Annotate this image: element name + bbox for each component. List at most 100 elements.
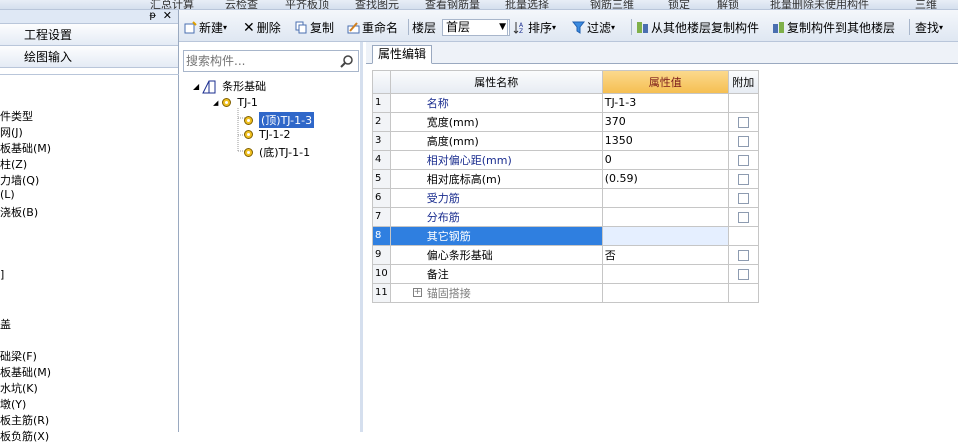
list-item[interactable]: 柱(Z): [0, 156, 27, 172]
table-row[interactable]: 7 分布筋: [373, 207, 759, 227]
tree-item-tj1-3[interactable]: (顶)TJ-1-3: [243, 112, 315, 128]
ribbon-summary-calc[interactable]: 汇总计算: [150, 0, 194, 9]
component-type-list: 件类型 网(J) 板基础(M) 柱(Z) 力墙(Q) (L) 浇板(B) ] 盖…: [0, 74, 179, 443]
property-grid: 属性名称 属性值 附加 1 名称 TJ-1-3 2 宽度(mm) 370 3 高…: [372, 70, 759, 303]
search-input[interactable]: [184, 51, 334, 71]
search-icon[interactable]: [340, 54, 354, 68]
grid-corner-cell: [373, 71, 391, 94]
toolbar-divider: [909, 19, 910, 35]
pin-icon[interactable]: ᵽ: [149, 10, 156, 21]
left-panel-titlebar: ᵽ ✕: [0, 9, 178, 24]
rename-icon: [347, 22, 360, 34]
delete-button[interactable]: ✕ 删除: [243, 19, 281, 36]
extra-checkbox[interactable]: [737, 154, 749, 166]
copy-icon: [295, 21, 307, 34]
table-row[interactable]: 11 + 锚固搭接: [373, 283, 759, 303]
list-item[interactable]: 板负筋(X): [0, 428, 49, 444]
list-item[interactable]: ]: [0, 268, 4, 281]
floor-select[interactable]: 首层 ▼: [442, 19, 510, 36]
find-button[interactable]: 查找 ▾: [915, 19, 943, 36]
list-item[interactable]: 件类型: [0, 108, 33, 124]
ribbon-align-top[interactable]: 平齐板顶: [285, 0, 329, 9]
gear-icon: [222, 98, 232, 107]
gear-icon: [244, 130, 253, 139]
left-nav-panel: ᵽ ✕ 工程设置 绘图输入 件类型 网(J) 板基础(M) 柱(Z) 力墙(Q)…: [0, 9, 179, 443]
tree-root-strip-foundation[interactable]: ◢ 条形基础: [193, 78, 266, 94]
header-property-name[interactable]: 属性名称: [390, 71, 603, 94]
toolbar-divider: [408, 19, 409, 35]
top-ribbon-strip: 汇总计算 云检查 平齐板顶 查找图元 查看钢筋量 批量选择 钢筋三维 锁定 解锁…: [0, 0, 958, 10]
extra-checkbox[interactable]: [737, 268, 749, 280]
header-extra[interactable]: 附加: [728, 71, 759, 94]
list-item[interactable]: 板主筋(R): [0, 412, 49, 428]
table-row[interactable]: 6 受力筋: [373, 188, 759, 208]
nav-project-settings[interactable]: 工程设置: [0, 24, 178, 46]
header-property-value[interactable]: 属性值: [602, 71, 729, 94]
svg-text:Z: Z: [519, 28, 523, 34]
gear-icon: [244, 147, 253, 157]
component-toolbar: 新建 ▾ ✕ 删除 复制 重命名 楼层 首层 ▼ AZ 排序 ▾ 过滤 ▾ 从其他楼层…: [179, 10, 958, 42]
table-row-selected[interactable]: 8 其它钢筋: [373, 226, 759, 246]
table-row[interactable]: 10 备注: [373, 264, 759, 284]
tab-property-edit[interactable]: 属性编辑: [372, 45, 433, 64]
ribbon-cloud-check[interactable]: 云检查: [225, 0, 258, 9]
table-row[interactable]: 4 相对偏心距(mm) 0: [373, 150, 759, 170]
strip-foundation-icon: [202, 80, 216, 93]
ribbon-view-rebar[interactable]: 查看钢筋量: [425, 0, 480, 9]
floor-label: 楼层: [412, 21, 437, 35]
extra-checkbox[interactable]: [737, 135, 749, 147]
grid-header-row: 属性名称 属性值 附加: [373, 71, 759, 94]
toolbar-divider: [507, 19, 508, 35]
new-icon: [184, 21, 197, 34]
collapse-triangle-icon[interactable]: ◢: [193, 82, 199, 91]
component-search-box: [183, 50, 359, 72]
rename-button[interactable]: 重命名: [347, 19, 398, 36]
list-item[interactable]: 力墙(Q): [0, 172, 39, 188]
ribbon-rebar-3d[interactable]: 钢筋三维: [590, 0, 634, 9]
ribbon-lock[interactable]: 锁定: [668, 0, 690, 9]
list-item[interactable]: 墩(Y): [0, 396, 26, 412]
list-item[interactable]: (L): [0, 188, 15, 201]
close-icon[interactable]: ✕: [163, 9, 172, 22]
list-item[interactable]: 础梁(F): [0, 348, 37, 364]
list-item[interactable]: 板基础(M): [0, 364, 51, 380]
extra-checkbox[interactable]: [737, 116, 749, 128]
filter-icon: [572, 21, 585, 34]
ribbon-batch-select[interactable]: 批量选择: [505, 0, 549, 9]
new-button[interactable]: 新建 ▾: [184, 19, 227, 36]
list-item[interactable]: 网(J): [0, 124, 23, 140]
copy-to-floor-icon: [773, 22, 784, 33]
list-item[interactable]: 板基础(M): [0, 140, 51, 156]
chevron-down-icon: ▼: [499, 22, 506, 32]
copy-from-floor-icon: [637, 22, 648, 33]
table-row[interactable]: 1 名称 TJ-1-3: [373, 93, 759, 113]
filter-button[interactable]: 过滤 ▾: [572, 19, 615, 36]
expand-plus-icon[interactable]: +: [412, 287, 422, 297]
copy-from-other-floor-button[interactable]: 从其他楼层复制构件: [636, 19, 759, 36]
list-item[interactable]: 盖: [0, 316, 11, 332]
list-item[interactable]: 浇板(B): [0, 204, 38, 220]
gear-icon: [244, 115, 253, 125]
sort-icon: AZ: [513, 22, 524, 34]
nav-drawing-input[interactable]: 绘图输入: [0, 46, 178, 68]
ribbon-find-element[interactable]: 查找图元: [355, 0, 399, 9]
table-row[interactable]: 3 高度(mm) 1350: [373, 131, 759, 151]
tree-item-tj1-2[interactable]: TJ-1-2: [243, 128, 291, 141]
copy-button[interactable]: 复制: [295, 19, 334, 36]
extra-checkbox[interactable]: [737, 173, 749, 185]
ribbon-unlock[interactable]: 解锁: [717, 0, 739, 9]
component-tree-panel: ◢ 条形基础 ◢ TJ-1 (顶)TJ-1-3 TJ-1-2 (底)TJ-1-1: [179, 42, 363, 432]
extra-checkbox[interactable]: [737, 249, 749, 261]
ribbon-batch-delete-unused[interactable]: 批量删除未使用构件: [770, 0, 869, 9]
collapse-triangle-icon[interactable]: ◢: [213, 99, 218, 107]
extra-checkbox[interactable]: [737, 192, 749, 204]
table-row[interactable]: 5 相对底标高(m) (0.59): [373, 169, 759, 189]
tree-item-tj1-1[interactable]: (底)TJ-1-1: [243, 144, 310, 160]
table-row[interactable]: 2 宽度(mm) 370: [373, 112, 759, 132]
extra-checkbox[interactable]: [737, 211, 749, 223]
sort-button[interactable]: AZ 排序 ▾: [513, 19, 556, 36]
table-row[interactable]: 9 偏心条形基础 否: [373, 245, 759, 265]
ribbon-3d[interactable]: 三维: [915, 0, 937, 9]
list-item[interactable]: 水坑(K): [0, 380, 38, 396]
copy-to-other-floor-button[interactable]: 复制构件到其他楼层: [772, 19, 895, 36]
